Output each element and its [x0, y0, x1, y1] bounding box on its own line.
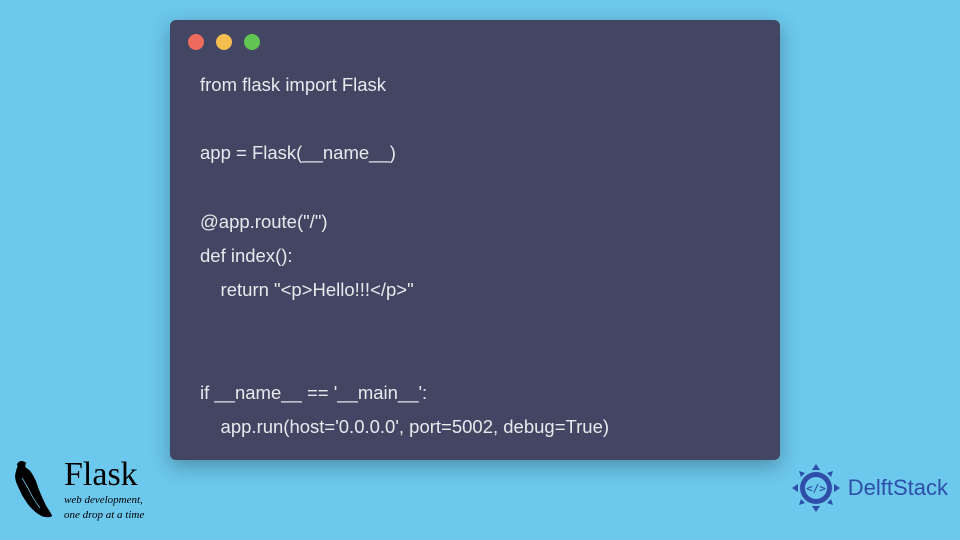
- close-icon: [188, 34, 204, 50]
- delftstack-gear-icon: </>: [790, 462, 842, 514]
- flask-subtitle-1: web development,: [64, 494, 144, 507]
- flask-title: Flask: [64, 458, 144, 492]
- delftstack-text: DelftStack: [848, 475, 948, 501]
- delftstack-logo: </> DelftStack: [790, 462, 948, 514]
- code-window: from flask import Flask app = Flask(__na…: [170, 20, 780, 460]
- flask-subtitle-2: one drop at a time: [64, 509, 144, 522]
- minimize-icon: [216, 34, 232, 50]
- code-content: from flask import Flask app = Flask(__na…: [170, 58, 780, 464]
- flask-text: Flask web development, one drop at a tim…: [64, 458, 144, 522]
- window-controls: [170, 20, 780, 58]
- svg-text:</>: </>: [806, 482, 826, 495]
- flask-logo: Flask web development, one drop at a tim…: [8, 458, 144, 522]
- maximize-icon: [244, 34, 260, 50]
- flask-horn-icon: [8, 460, 54, 520]
